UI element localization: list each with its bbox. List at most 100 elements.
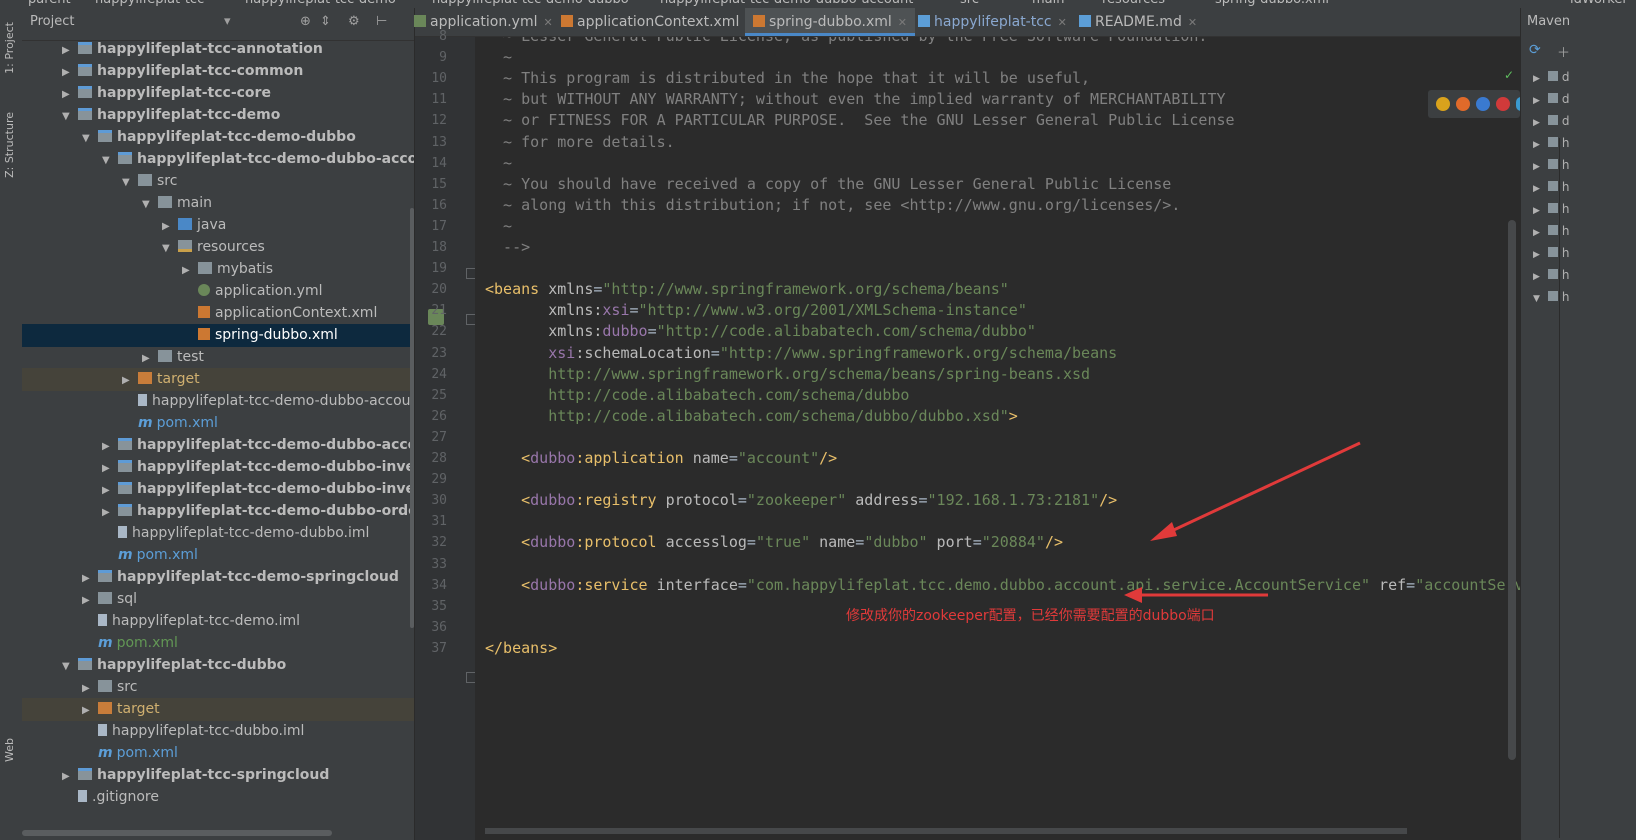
tree-item[interactable]: spring-dubbo.xml [22, 324, 414, 347]
tree-item[interactable]: ▶ mybatis [22, 258, 414, 281]
editor-tab[interactable]: applicationContext.xml✕ [553, 8, 763, 36]
expand-right-icon[interactable]: ▶ [1533, 272, 1540, 282]
tree-item[interactable]: ▶ sql [22, 588, 414, 611]
expand-down-icon[interactable]: ▼ [102, 149, 112, 172]
hide-panel-icon[interactable]: ⊢ [376, 14, 387, 29]
tree-item[interactable]: m pom.xml [22, 742, 414, 765]
tree-item[interactable]: ▶ target [22, 698, 414, 721]
firefox-icon[interactable] [1456, 97, 1470, 111]
expand-right-icon[interactable]: ▶ [1533, 74, 1540, 84]
close-icon[interactable]: ✕ [544, 16, 553, 29]
locate-icon[interactable]: ⊕ [300, 14, 311, 29]
expand-down-icon[interactable]: ▼ [142, 193, 152, 216]
expand-right-icon[interactable]: ▶ [82, 567, 92, 590]
maven-project-item[interactable]: ▶ h [1533, 158, 1570, 172]
project-tool-button[interactable]: 1: Project [3, 22, 16, 74]
expand-right-icon[interactable]: ▶ [82, 677, 92, 700]
expand-right-icon[interactable]: ▶ [82, 589, 92, 612]
expand-down-icon[interactable]: ▼ [62, 105, 72, 128]
structure-tool-button[interactable]: Z: Structure [3, 112, 16, 178]
opera-icon[interactable] [1496, 97, 1510, 111]
editor-horizontal-scrollbar[interactable] [485, 828, 1407, 834]
tree-item[interactable]: happylifeplat-tcc-demo.iml [22, 610, 414, 633]
maven-project-item[interactable]: ▶ h [1533, 268, 1570, 282]
tree-item[interactable]: ▶ happylifeplat-tcc-demo-springcloud [22, 566, 414, 589]
breadcrumb-item[interactable]: happylifeplat-tcc-demo-dubbo-account [660, 0, 913, 7]
expand-right-icon[interactable]: ▶ [1533, 118, 1540, 128]
expand-down-icon[interactable]: ▼ [62, 655, 72, 678]
tree-item[interactable]: .gitignore [22, 786, 414, 809]
maven-project-item[interactable]: ▶ h [1533, 136, 1570, 150]
breadcrumb-item[interactable]: main [1032, 0, 1064, 7]
expand-right-icon[interactable]: ▼ [1533, 294, 1540, 304]
web-tool-button[interactable]: Web [3, 738, 16, 762]
expand-right-icon[interactable]: ▶ [1533, 184, 1540, 194]
tree-item[interactable]: m pom.xml [22, 632, 414, 655]
maven-project-item[interactable]: ▶ h [1533, 224, 1570, 238]
tree-item[interactable]: ▶ happylifeplat-tcc-core [22, 82, 414, 105]
maven-project-item[interactable]: ▶ d [1533, 70, 1570, 84]
expand-right-icon[interactable]: ▶ [62, 61, 72, 84]
gear-icon[interactable]: ⚙ [348, 14, 360, 29]
tree-item[interactable]: ▶ happylifeplat-tcc-demo-dubbo-inventory [22, 456, 414, 479]
tree-item[interactable]: ▼ happylifeplat-tcc-demo-dubbo [22, 126, 414, 149]
expand-right-icon[interactable]: ▶ [62, 765, 72, 788]
expand-right-icon[interactable]: ▶ [182, 259, 192, 282]
editor-vertical-scrollbar[interactable] [1508, 220, 1516, 760]
expand-right-icon[interactable]: ▶ [1533, 228, 1540, 238]
breadcrumb-item[interactable]: src [960, 0, 979, 7]
chevron-down-icon[interactable]: ▾ [224, 14, 231, 29]
tree-item[interactable]: ▶ happylifeplat-tcc-annotation [22, 38, 414, 61]
expand-right-icon[interactable]: ▶ [102, 435, 112, 458]
tree-item[interactable]: ▶ target [22, 368, 414, 391]
expand-right-icon[interactable]: ▶ [1533, 96, 1540, 106]
tree-item[interactable]: ▶ src [22, 676, 414, 699]
tree-item[interactable]: ▼ src [22, 170, 414, 193]
tree-item[interactable]: happylifeplat-tcc-dubbo.iml [22, 720, 414, 743]
editor-tab[interactable]: application.yml ✕ [406, 8, 561, 36]
tree-item[interactable]: ▶ happylifeplat-tcc-common [22, 60, 414, 83]
expand-right-icon[interactable]: ▶ [62, 39, 72, 62]
expand-right-icon[interactable]: ▶ [102, 501, 112, 524]
maven-panel-title[interactable]: Maven [1527, 14, 1570, 29]
tree-item[interactable]: ▶ test [22, 346, 414, 369]
expand-right-icon[interactable]: ▶ [1533, 206, 1540, 216]
tree-item[interactable]: ▶ happylifeplat-tcc-demo-dubbo-order [22, 500, 414, 523]
tree-item[interactable]: ▼ happylifeplat-tcc-demo-dubbo-account [22, 148, 414, 171]
code-editor[interactable]: ✓ ~ Lesser General Public License, as pu… [475, 37, 1520, 840]
project-panel-title[interactable]: Project [30, 14, 74, 29]
tree-item[interactable]: m pom.xml [22, 544, 414, 567]
breadcrumb-item[interactable]: happylifeplat-tcc [95, 0, 204, 7]
expand-right-icon[interactable]: ▶ [142, 347, 152, 370]
maven-project-item[interactable]: ▶ h [1533, 246, 1570, 260]
breadcrumb-item[interactable]: idWorker [1570, 0, 1628, 7]
tree-item[interactable]: happylifeplat-tcc-demo-dubbo-account.iml [22, 390, 414, 413]
chrome-icon[interactable] [1436, 97, 1450, 111]
expand-right-icon[interactable]: ▶ [62, 83, 72, 106]
tree-item[interactable]: ▼ resources [22, 236, 414, 259]
maven-project-item[interactable]: ▶ d [1533, 114, 1570, 128]
tree-item[interactable]: applicationContext.xml [22, 302, 414, 325]
project-horizontal-scrollbar[interactable] [22, 830, 332, 836]
project-vertical-scrollbar[interactable] [410, 208, 414, 628]
safari-icon[interactable] [1476, 97, 1490, 111]
refresh-icon[interactable]: ⟳ [1529, 42, 1541, 58]
tree-item[interactable]: happylifeplat-tcc-demo-dubbo.iml [22, 522, 414, 545]
expand-right-icon[interactable]: ▶ [122, 369, 132, 392]
tree-item[interactable]: m pom.xml [22, 412, 414, 435]
close-icon[interactable]: ✕ [1058, 16, 1067, 29]
expand-right-icon[interactable]: ▶ [162, 215, 172, 238]
editor-tab[interactable]: README.md ✕ [1071, 8, 1205, 36]
expand-down-icon[interactable]: ▼ [82, 127, 92, 150]
editor-tab[interactable]: happylifeplat-tcc ✕ [910, 8, 1075, 36]
tree-item[interactable]: ▼ happylifeplat-tcc-demo [22, 104, 414, 127]
expand-down-icon[interactable]: ▼ [122, 171, 132, 194]
breadcrumb-item[interactable]: happylifeplat-tcc-demo [245, 0, 396, 7]
add-icon[interactable]: ＋ [1557, 42, 1570, 61]
tree-item[interactable]: ▼ main [22, 192, 414, 215]
expand-down-icon[interactable]: ▼ [162, 237, 172, 260]
tree-item[interactable]: ▶ java [22, 214, 414, 237]
maven-project-item[interactable]: ▶ h [1533, 180, 1570, 194]
expand-right-icon[interactable]: ▶ [82, 699, 92, 722]
tree-item[interactable]: ▼ happylifeplat-tcc-dubbo [22, 654, 414, 677]
